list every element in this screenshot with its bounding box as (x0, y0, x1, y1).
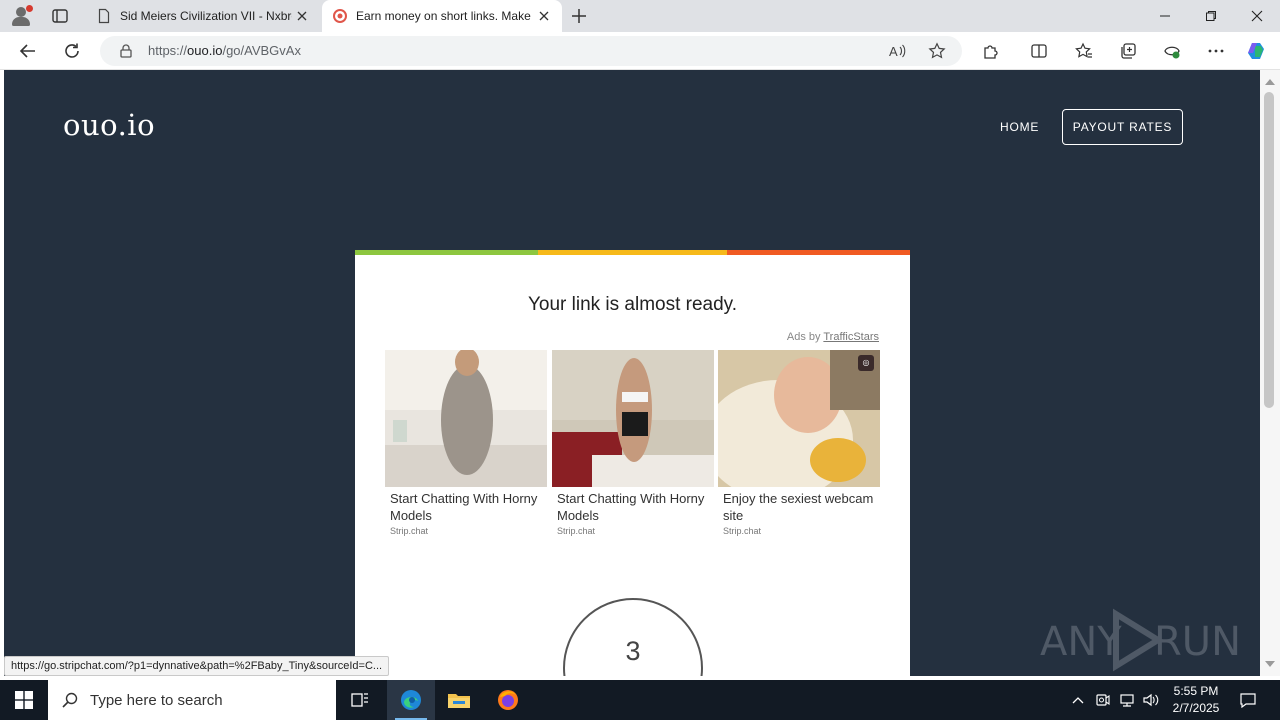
ad-tile[interactable]: Start Chatting With Horny Models Strip.c… (385, 350, 547, 536)
ads-attribution: Ads by TrafficStars (786, 331, 879, 343)
windows-start-icon[interactable] (0, 680, 48, 720)
copilot-icon[interactable] (1246, 40, 1268, 62)
vertical-scrollbar[interactable] (1260, 70, 1280, 676)
more-options-icon[interactable] (1205, 40, 1227, 62)
file-explorer-icon[interactable] (435, 680, 483, 720)
live-badge-icon: ◎ (858, 355, 874, 371)
ouo-favicon-icon (332, 8, 348, 24)
progress-bar-yellow (538, 250, 727, 255)
trafficstars-link[interactable]: TrafficStars (823, 331, 879, 343)
nav-home-link[interactable]: HOME (1000, 120, 1039, 134)
ad-source: Strip.chat (723, 526, 762, 536)
close-tab-icon[interactable] (292, 6, 312, 26)
task-view-icon[interactable] (336, 680, 384, 720)
scroll-up-icon[interactable] (1265, 79, 1275, 85)
edge-taskbar-icon[interactable] (387, 680, 435, 720)
ad-thumbnail[interactable] (385, 350, 547, 487)
link-ready-heading: Your link is almost ready. (527, 294, 738, 315)
countdown-timer: 3 (563, 598, 703, 676)
ad-tile[interactable]: ◎ Enjoy the sexiest webcam site Strip.ch… (718, 350, 880, 536)
new-tab-icon[interactable] (568, 6, 590, 26)
ad-thumbnail[interactable]: ◎ (718, 350, 880, 487)
url-text: https://ouo.io/go/AVBGvAx (148, 43, 301, 58)
payout-rates-button[interactable]: PAYOUT RATES (1062, 109, 1183, 145)
link-card: Your link is almost ready. Ads by Traffi… (355, 250, 910, 676)
ad-title[interactable]: Enjoy the sexiest webcam site (723, 490, 880, 524)
document-icon (96, 8, 112, 24)
volume-icon[interactable] (1140, 680, 1162, 720)
meet-now-icon[interactable] (1092, 680, 1114, 720)
read-aloud-icon[interactable]: A (888, 42, 906, 60)
watermark-any-text: ANY (1040, 619, 1122, 665)
countdown-value: 3 (625, 636, 641, 666)
tab-title: Sid Meiers Civilization VII - Nxbre (120, 9, 292, 23)
ad-source: Strip.chat (557, 526, 596, 536)
ad-tile[interactable]: Start Chatting With Horny Models Strip.c… (552, 350, 714, 536)
taskbar: Type here to search 5:55 PM 2/7/2025 (0, 680, 1280, 720)
network-icon[interactable] (1116, 680, 1138, 720)
ad-source: Strip.chat (390, 526, 429, 536)
ad-thumbnail[interactable] (552, 350, 714, 487)
svg-text:A: A (889, 44, 898, 59)
taskbar-clock[interactable]: 5:55 PM 2/7/2025 (1164, 683, 1228, 717)
favorite-star-icon[interactable] (928, 42, 946, 60)
clock-time: 5:55 PM (1173, 684, 1219, 698)
scroll-down-icon[interactable] (1265, 661, 1275, 667)
address-bar: https://ouo.io/go/AVBGvAx A (0, 32, 1280, 70)
favorites-icon[interactable] (1073, 40, 1095, 62)
tab-actions-icon[interactable] (50, 6, 70, 26)
status-bar-url: https://go.stripchat.com/?p1=dynnative&p… (4, 656, 390, 676)
clock-date: 2/7/2025 (1172, 701, 1220, 715)
close-tab-icon[interactable] (534, 6, 554, 26)
back-icon[interactable] (16, 39, 40, 63)
reload-icon[interactable] (60, 39, 84, 63)
progress-bar-green (355, 250, 538, 255)
watermark-run-text: RUN (1154, 619, 1240, 665)
notifications-icon[interactable] (1236, 680, 1260, 720)
browser-essentials-icon[interactable] (1161, 40, 1183, 62)
close-window-icon[interactable] (1234, 0, 1280, 32)
collections-icon[interactable] (1117, 40, 1139, 62)
lock-icon[interactable] (118, 43, 134, 59)
firefox-icon[interactable] (484, 680, 532, 720)
show-hidden-icons[interactable] (1068, 680, 1088, 720)
page-viewport: ouo.io HOME PAYOUT RATES Your link is al… (4, 70, 1260, 676)
extensions-icon[interactable] (980, 40, 1002, 62)
search-icon (62, 692, 78, 708)
url-field[interactable]: https://ouo.io/go/AVBGvAx A (100, 36, 962, 66)
tab-civilization[interactable]: Sid Meiers Civilization VII - Nxbre (86, 0, 320, 32)
tab-ouo[interactable]: Earn money on short links. Make (322, 0, 562, 32)
restore-icon[interactable] (1188, 0, 1234, 32)
search-placeholder: Type here to search (90, 691, 223, 709)
scroll-thumb[interactable] (1264, 92, 1274, 408)
ad-title[interactable]: Start Chatting With Horny Models (557, 490, 714, 524)
ad-title[interactable]: Start Chatting With Horny Models (390, 490, 547, 524)
minimize-icon[interactable] (1142, 0, 1188, 32)
progress-bar-orange (727, 250, 910, 255)
tab-title: Earn money on short links. Make (356, 9, 531, 23)
taskbar-search-box[interactable]: Type here to search (48, 680, 336, 720)
anyrun-watermark: ANY RUN (1040, 608, 1241, 672)
site-logo[interactable]: ouo.io (63, 108, 155, 142)
profile-avatar-icon[interactable] (8, 4, 34, 28)
split-screen-icon[interactable] (1028, 40, 1050, 62)
tab-strip: Sid Meiers Civilization VII - Nxbre Earn… (0, 0, 1280, 32)
